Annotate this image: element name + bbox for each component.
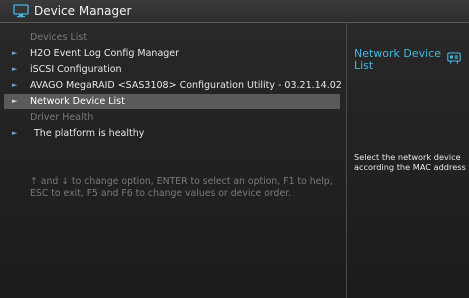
menu-item-platform-health[interactable]: ► The platform is healthy [0, 126, 341, 141]
menu-item-label: iSCSI Configuration [30, 64, 122, 75]
section-header-devices: Devices List [0, 30, 341, 45]
menu-item-h2o-event-log[interactable]: ► H2O Event Log Config Manager [0, 46, 341, 61]
network-card-icon [447, 52, 461, 64]
menu-item-iscsi-configuration[interactable]: ► iSCSI Configuration [0, 62, 341, 77]
window-title: Device Manager [34, 4, 132, 18]
triangle-bullet-icon: ► [12, 81, 18, 89]
menu-item-label: AVAGO MegaRAID <SAS3108> Configuration U… [30, 80, 342, 91]
triangle-bullet-icon: ► [12, 129, 18, 137]
title-bar: Device Manager [0, 0, 469, 23]
key-help-text: ↑ and ↓ to change option, ENTER to selec… [30, 176, 333, 199]
section-header-label: Driver Health [30, 112, 94, 123]
triangle-bullet-icon: ► [12, 49, 18, 57]
help-panel-title: Network Device List [354, 47, 442, 72]
help-panel-description: Select the network device according the … [354, 152, 466, 172]
section-header-driver-health: Driver Health [0, 110, 341, 125]
menu-item-avago-megaraid[interactable]: ► AVAGO MegaRAID <SAS3108> Configuration… [0, 78, 342, 93]
menu-item-label: H2O Event Log Config Manager [30, 48, 180, 59]
menu-item-label: Network Device List [30, 96, 125, 107]
monitor-icon [13, 4, 29, 18]
panel-divider [346, 23, 347, 298]
triangle-bullet-icon: ► [12, 65, 18, 73]
menu-item-network-device-list[interactable]: ► Network Device List [4, 94, 340, 109]
bios-screen: Device Manager Devices List ► H2O Event … [0, 0, 469, 298]
health-status-label: The platform is healthy [34, 128, 145, 139]
triangle-bullet-icon: ► [12, 97, 18, 105]
section-header-label: Devices List [30, 32, 88, 43]
